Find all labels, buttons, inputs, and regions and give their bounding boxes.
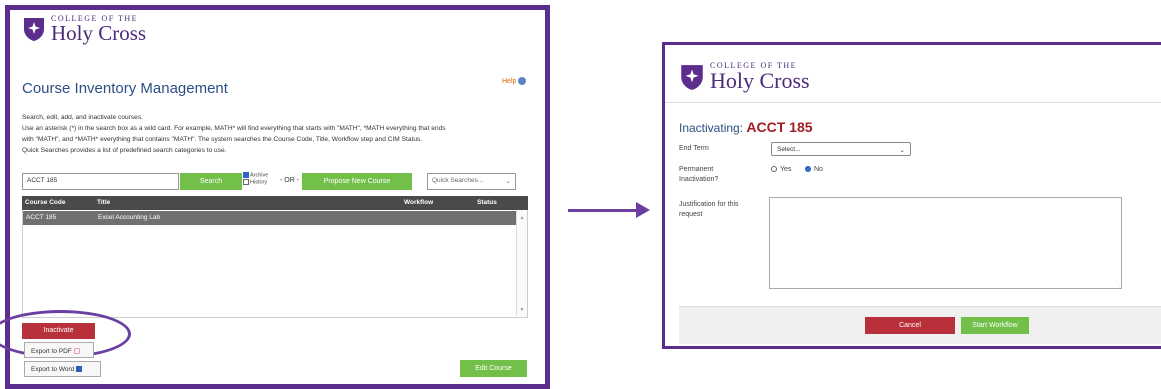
- chevron-down-icon: ⌄: [899, 147, 905, 154]
- description-line: Quick Searches provides a list of predef…: [22, 147, 227, 154]
- search-input[interactable]: ACCT 185: [22, 173, 179, 190]
- justification-textarea[interactable]: ⋱: [769, 197, 1122, 289]
- justification-label: Justification for this request: [679, 200, 739, 220]
- heading-course-code: ACCT 185: [746, 119, 813, 135]
- results-table-header: Course Code Title Workflow Status: [22, 196, 528, 210]
- shield-icon: [24, 18, 44, 41]
- arrow-line: [568, 209, 639, 212]
- college-logo: COLLEGE OF THE Holy Cross: [679, 61, 810, 92]
- chevron-down-icon: ⌄: [505, 178, 511, 185]
- archive-option[interactable]: Archive: [243, 172, 268, 179]
- cancel-button[interactable]: Cancel: [865, 317, 955, 334]
- header-divider: [665, 102, 1161, 103]
- search-button[interactable]: Search: [180, 173, 242, 190]
- help-icon[interactable]: [518, 77, 527, 85]
- arrow-right-icon: [636, 202, 650, 218]
- resize-handle-icon[interactable]: ⋱: [1115, 281, 1120, 287]
- logo-holy-cross: Holy Cross: [51, 21, 147, 45]
- quick-searches-value: Quick Searches...: [432, 177, 484, 184]
- help-label[interactable]: Help: [502, 78, 516, 85]
- description-line: with "MATH", and *MATH* everything that …: [22, 136, 423, 143]
- description-line: Use an asterisk (*) in the search box as…: [22, 125, 446, 132]
- no-radio[interactable]: [805, 166, 811, 173]
- no-option[interactable]: No: [805, 165, 823, 175]
- edit-course-button[interactable]: Edit Course: [460, 360, 527, 377]
- course-inventory-panel: COLLEGE OF THE Holy Cross Help Course In…: [0, 5, 550, 389]
- shield-icon: [681, 64, 703, 90]
- description: Search, edit, add, and inactivate course…: [22, 112, 537, 156]
- inactivating-heading: Inactivating: ACCT 185: [679, 119, 813, 135]
- inactivation-panel: COLLEGE OF THE Holy Cross Inactivating: …: [662, 42, 1161, 349]
- column-header-course-code[interactable]: Course Code: [25, 199, 65, 206]
- scroll-down-icon[interactable]: ▼: [517, 307, 527, 313]
- page-title: Course Inventory Management: [22, 80, 228, 97]
- history-label: History: [250, 179, 268, 186]
- permanent-inactivation-label: Permanent Inactivation?: [679, 165, 718, 185]
- results-table-body: ACCT 185 Excel Accounting Lab ▲ ▼: [22, 210, 528, 318]
- history-checkbox[interactable]: [243, 178, 249, 185]
- column-header-status[interactable]: Status: [477, 199, 497, 206]
- justification-label-line: request: [679, 211, 703, 218]
- permanent-label-line: Inactivation?: [679, 176, 719, 183]
- archive-label: Archive: [250, 172, 269, 179]
- description-line: Search, edit, add, and inactivate course…: [22, 114, 143, 121]
- table-row[interactable]: ACCT 185 Excel Accounting Lab: [23, 211, 518, 225]
- results-scrollbar[interactable]: ▲ ▼: [516, 210, 527, 316]
- export-pdf-label: Export to PDF: [31, 348, 72, 355]
- logo-holy-cross: Holy Cross: [710, 68, 810, 93]
- yes-radio[interactable]: [771, 166, 777, 173]
- column-header-title[interactable]: Title: [97, 199, 110, 206]
- heading-prefix: Inactivating:: [679, 121, 744, 135]
- export-pdf-button[interactable]: Export to PDF ▢: [24, 342, 94, 358]
- end-term-value: Select...: [777, 146, 801, 153]
- history-option[interactable]: History: [243, 178, 268, 186]
- yes-option[interactable]: Yes: [771, 165, 791, 175]
- row-course-code: ACCT 185: [26, 214, 57, 221]
- archive-history-options: Archive History: [243, 172, 268, 186]
- row-title: Excel Accounting Lab: [98, 214, 161, 221]
- form-footer: Cancel Start Workflow: [679, 306, 1161, 344]
- or-separator: - OR -: [280, 177, 300, 184]
- archive-checkbox[interactable]: [243, 172, 249, 178]
- yes-label: Yes: [780, 166, 792, 173]
- permanent-label-line: Permanent: [679, 166, 714, 173]
- column-header-workflow[interactable]: Workflow: [404, 199, 433, 206]
- scroll-up-icon[interactable]: ▲: [517, 215, 527, 221]
- propose-new-course-button[interactable]: Propose New Course: [302, 173, 412, 190]
- quick-searches-select[interactable]: Quick Searches... ⌄: [427, 173, 516, 190]
- college-logo: COLLEGE OF THE Holy Cross: [22, 14, 146, 44]
- export-word-label: Export to Word: [31, 366, 75, 373]
- export-word-button[interactable]: Export to Word: [24, 361, 101, 377]
- no-label: No: [814, 166, 823, 173]
- end-term-label: End Term: [679, 145, 709, 152]
- word-icon: [76, 366, 83, 373]
- help-link[interactable]: Help: [502, 77, 527, 85]
- end-term-select[interactable]: Select... ⌄: [771, 142, 911, 156]
- start-workflow-button[interactable]: Start Workflow: [961, 317, 1029, 334]
- justification-label-line: Justification for this: [679, 201, 739, 208]
- pdf-icon: ▢: [73, 348, 81, 355]
